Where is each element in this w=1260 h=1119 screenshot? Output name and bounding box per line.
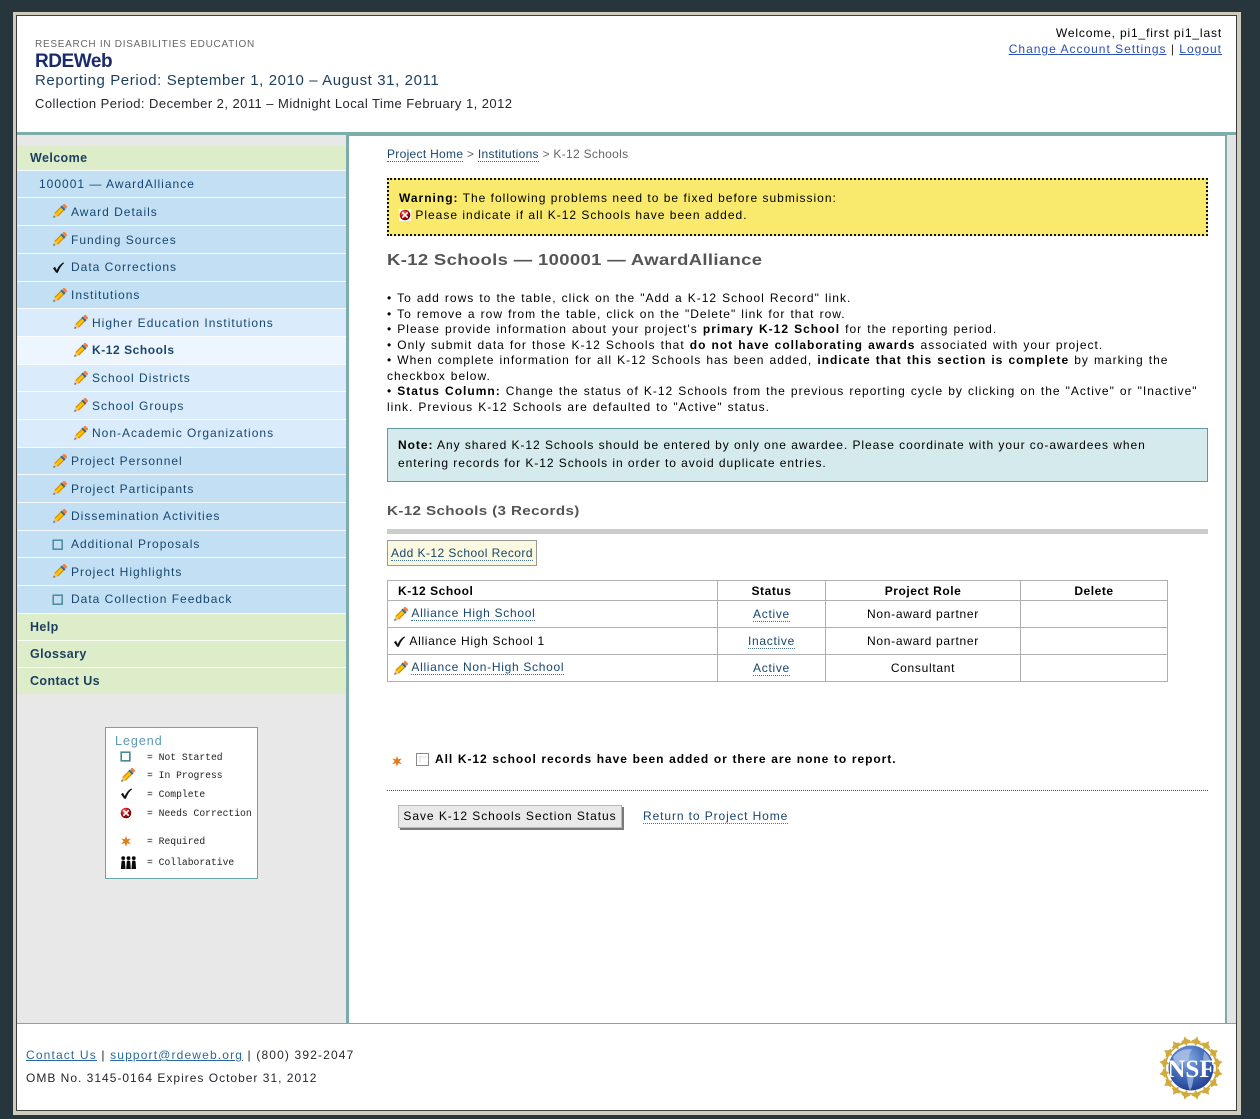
svg-text:NSF: NSF (1167, 1056, 1214, 1083)
